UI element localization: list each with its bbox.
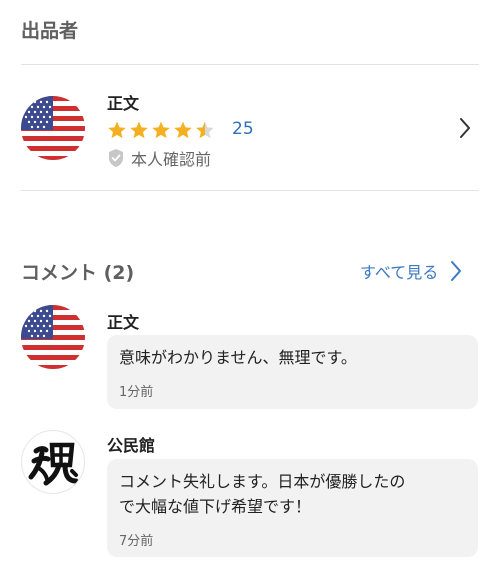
- star-icon: [152, 121, 170, 139]
- see-all-label: すべて見る: [360, 263, 439, 282]
- comment-author[interactable]: 正文: [107, 309, 139, 333]
- comment-avatar[interactable]: [21, 305, 85, 369]
- comment-bubble: 意味がわかりません、無理です。 1分前: [107, 335, 478, 409]
- chevron-right-icon: [451, 261, 462, 281]
- us-flag-icon: [21, 96, 85, 160]
- comment-avatar[interactable]: [21, 430, 85, 494]
- see-all-comments-link[interactable]: すべて見る: [360, 259, 462, 283]
- seller-section-title: 出品者: [21, 20, 79, 42]
- star-half-icon: [196, 121, 214, 139]
- verification-status: 本人確認前: [107, 146, 211, 170]
- comment-text: 意味がわかりません、無理です。: [119, 348, 357, 367]
- comment-time: 1分前: [119, 385, 154, 400]
- comment-text: コメント失礼します。日本が優勝したの で大幅な値下げ希望です！: [119, 472, 406, 516]
- tamashii-calligraphy-icon: [28, 442, 79, 486]
- comments-section-title: コメント (2): [21, 262, 135, 284]
- comment-author[interactable]: 公民館: [107, 432, 155, 456]
- review-count[interactable]: 25: [232, 119, 254, 139]
- chevron-right-icon[interactable]: [458, 116, 472, 140]
- star-icon: [108, 121, 126, 139]
- star-icon: [130, 121, 148, 139]
- comment-bubble: コメント失礼します。日本が優勝したの で大幅な値下げ希望です！ 7分前: [107, 459, 478, 557]
- seller-rating-stars: [107, 120, 215, 140]
- us-flag-icon: [21, 305, 85, 369]
- verification-text: 本人確認前: [131, 150, 212, 169]
- star-icon: [174, 121, 192, 139]
- shield-check-icon: [109, 149, 123, 167]
- seller-name: 正文: [107, 94, 140, 113]
- comment-time: 7分前: [119, 534, 154, 549]
- divider: [21, 64, 479, 65]
- divider: [21, 190, 479, 191]
- seller-avatar: [21, 96, 85, 160]
